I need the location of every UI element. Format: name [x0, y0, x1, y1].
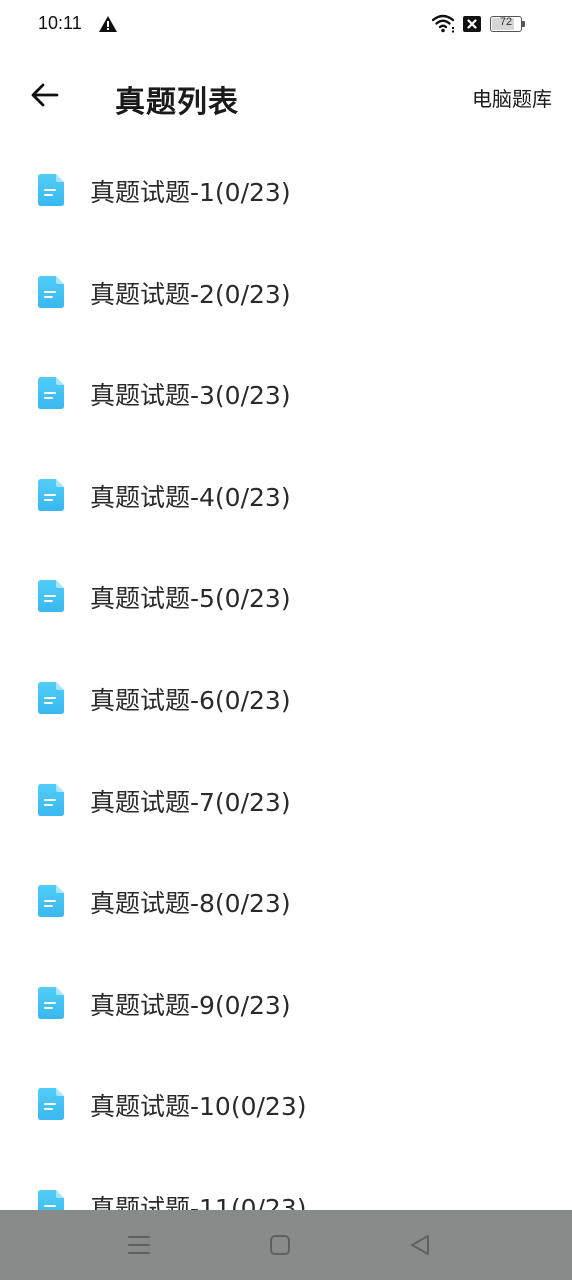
home-square-icon[interactable] [267, 1232, 293, 1258]
list-item[interactable]: 真题试题-7(0/23) [0, 750, 572, 852]
document-icon [38, 275, 64, 308]
arrow-left-icon [31, 83, 59, 107]
document-icon [38, 986, 64, 1019]
document-icon [38, 377, 64, 410]
item-label: 真题试题-3(0/23) [90, 381, 291, 411]
document-icon [38, 174, 64, 206]
page-title: 真题列表 [115, 85, 239, 120]
item-label: 真题试题-9(0/23) [90, 990, 291, 1020]
app-bar: 真题列表 电脑题库 [0, 50, 572, 142]
navigation-bar [0, 1210, 572, 1280]
status-bar: 10:11 72 [0, 0, 572, 50]
battery-tip [522, 21, 525, 27]
list-item[interactable]: 真题试题-6(0/23) [0, 648, 572, 750]
item-label: 真题试题-4(0/23) [90, 482, 291, 512]
no-sim-icon [463, 16, 481, 32]
document-icon [38, 580, 64, 613]
screen: 10:11 72 真题列表 电脑题库 真题试题-1(0/23) 真题试题-2(0… [0, 0, 572, 1280]
document-icon [38, 478, 64, 511]
list-item[interactable]: 真题试题-5(0/23) [0, 546, 572, 648]
item-label: 真题试题-7(0/23) [90, 787, 291, 817]
list-item[interactable]: 真题试题-2(0/23) [0, 242, 572, 344]
item-label: 真题试题-2(0/23) [90, 279, 291, 309]
document-icon [38, 1088, 64, 1121]
wifi-icon [432, 14, 455, 33]
list-item[interactable]: 真题试题-4(0/23) [0, 445, 572, 547]
back-button[interactable] [22, 72, 68, 118]
item-label: 真题试题-5(0/23) [90, 584, 291, 614]
list-item[interactable]: 真题试题-3(0/23) [0, 343, 572, 445]
list-item[interactable]: 真题试题-9(0/23) [0, 953, 572, 1055]
list-item[interactable]: 真题试题-1(0/23) [0, 140, 572, 242]
item-label: 真题试题-6(0/23) [90, 686, 291, 715]
list-item[interactable]: 真题试题-10(0/23) [0, 1054, 572, 1156]
menu-icon[interactable] [126, 1232, 152, 1258]
document-icon [38, 783, 64, 816]
back-triangle-icon[interactable] [407, 1232, 433, 1258]
item-label: 真题试题-1(0/23) [90, 178, 291, 207]
item-label: 真题试题-10(0/23) [90, 1092, 307, 1122]
status-time: 10:11 [38, 13, 82, 33]
document-icon [38, 885, 64, 918]
battery-icon: 72 [490, 16, 522, 32]
list-item[interactable]: 真题试题-8(0/23) [0, 851, 572, 953]
warning-icon [99, 16, 117, 32]
document-icon [38, 682, 64, 714]
question-bank-button[interactable]: 电脑题库 [472, 83, 552, 112]
item-label: 真题试题-8(0/23) [90, 889, 291, 919]
battery-level: 72 [499, 16, 513, 28]
